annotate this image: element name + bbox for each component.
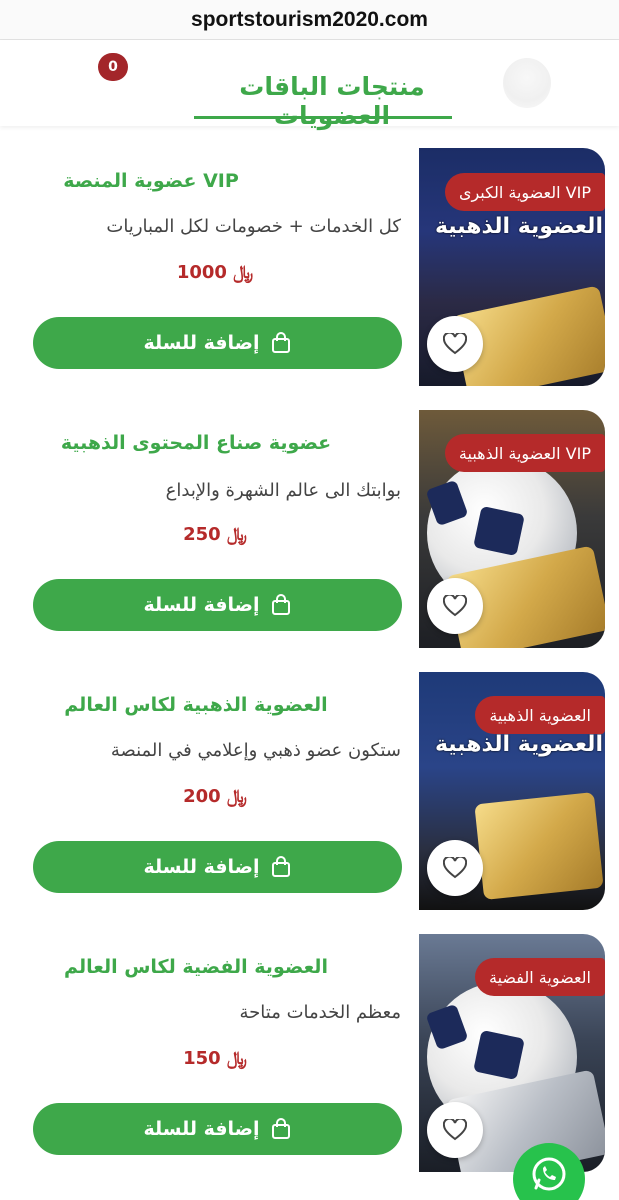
whatsapp-icon	[532, 1157, 566, 1191]
image-heading: العضوية الذهبية	[434, 732, 603, 757]
product-name[interactable]: عضوية صناع المحتوى الذهبية	[46, 432, 346, 454]
image-heading: العضوية الذهبية	[434, 214, 603, 239]
product-description: بوابتك الى عالم الشهرة والإبداع	[165, 480, 401, 501]
add-to-cart-button[interactable]: إضافة للسلة	[33, 841, 402, 893]
product-price: 250 ﷼	[183, 524, 247, 545]
product-description: كل الخدمات + خصومات لكل المباريات	[106, 216, 401, 237]
membership-card-graphic	[474, 791, 604, 901]
heart-icon	[443, 595, 467, 617]
wishlist-button[interactable]	[427, 578, 483, 634]
product-description: ستكون عضو ذهبي وإعلامي في المنصة	[110, 740, 401, 761]
product-price: 1000 ﷼	[176, 262, 254, 283]
product-card: العضوية الذهبية VIP عضوية صناع المحتوى ا…	[0, 410, 619, 650]
add-to-cart-button[interactable]: إضافة للسلة	[33, 579, 402, 631]
url-text: sportstourism2020.com	[191, 7, 428, 31]
image-badge: العضوية الذهبية VIP	[444, 434, 605, 472]
address-bar[interactable]: sportstourism2020.com	[0, 0, 619, 40]
bag-icon	[271, 594, 290, 615]
image-badge: العضوية الذهبية	[475, 696, 605, 734]
page-title: منتجات الباقات العضويات	[239, 72, 425, 130]
product-name[interactable]: العضوية الفضية لكاس العالم	[46, 956, 346, 978]
image-badge: العضوية الكبرى VIP	[444, 173, 605, 211]
cart-count-badge[interactable]: 0	[98, 53, 128, 81]
heart-icon	[443, 1119, 467, 1141]
bag-icon	[271, 1118, 290, 1139]
product-card: العضوية الفضية العضوية الفضية لكاس العال…	[0, 934, 619, 1174]
product-card: العضوية الذهبية العضوية الكبرى VIP عضوية…	[0, 148, 619, 388]
heart-icon	[443, 857, 467, 879]
product-price: 150 ﷼	[183, 1048, 247, 1069]
bag-icon	[271, 332, 290, 353]
bag-icon	[271, 856, 290, 877]
wishlist-button[interactable]	[427, 1102, 483, 1158]
title-underline	[194, 116, 452, 119]
add-to-cart-button[interactable]: إضافة للسلة	[33, 1103, 402, 1155]
product-description: معظم الخدمات متاحة	[239, 1002, 401, 1023]
image-badge: العضوية الفضية	[475, 958, 605, 996]
wishlist-button[interactable]	[427, 316, 483, 372]
product-name[interactable]: العضوية الذهبية لكاس العالم	[46, 694, 346, 716]
add-to-cart-button[interactable]: إضافة للسلة	[33, 317, 402, 369]
heart-icon	[443, 333, 467, 355]
product-name[interactable]: عضوية المنصة VIP	[1, 170, 301, 192]
product-price: 200 ﷼	[183, 786, 247, 807]
product-card: العضوية الذهبية العضوية الذهبية العضوية …	[0, 672, 619, 912]
wishlist-button[interactable]	[427, 840, 483, 896]
site-logo[interactable]	[503, 58, 551, 108]
